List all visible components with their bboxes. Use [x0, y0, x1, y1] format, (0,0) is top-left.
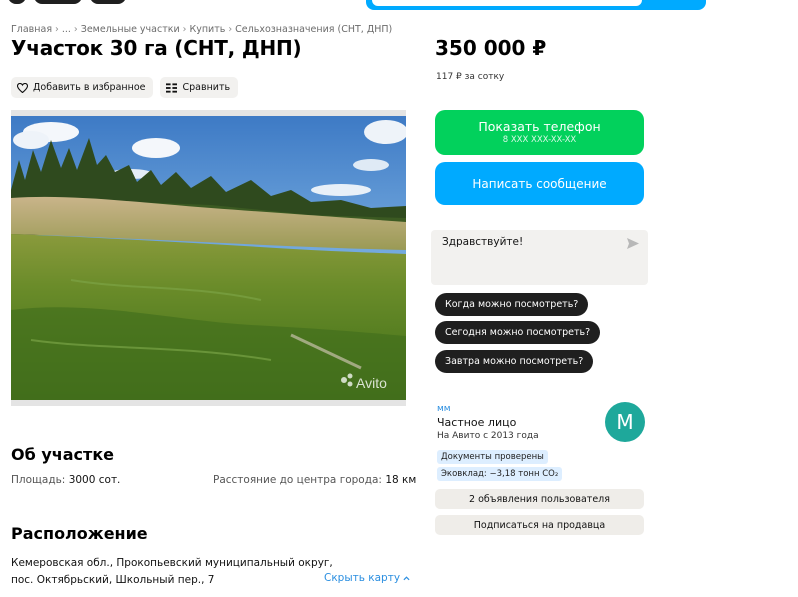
area-value: 3000 сот. — [68, 474, 121, 486]
search-bar[interactable] — [366, 0, 706, 10]
about-heading: Об участке — [11, 445, 115, 464]
seller-type: Частное лицо — [437, 416, 517, 429]
breadcrumb-item-land[interactable]: Земельные участки — [81, 24, 180, 35]
photo-frame-bottom — [11, 400, 406, 406]
chevron-right-icon: › — [73, 24, 78, 35]
price-per-sotka: 117 ₽ за сотку — [436, 72, 505, 82]
hide-map-label: Скрыть карту — [324, 572, 401, 584]
breadcrumb-item-buy[interactable]: Купить — [189, 24, 225, 35]
message-text: Здравствуйте! — [442, 236, 524, 248]
breadcrumb: Главная ›... › Земельные участки › Купить › Сел… — [11, 24, 392, 35]
quick-question-chip[interactable]: Когда можно посмотреть? — [435, 293, 589, 316]
phone-masked: 8 XXX XXX-XX-XX — [502, 135, 577, 145]
eco-contribution-badge: Эковклад: −3,18 тонн CO₂ — [437, 467, 563, 481]
breadcrumb-item-ellipsis[interactable]: ... — [62, 24, 71, 35]
breadcrumb-item-category[interactable]: Сельхозназначения (СНТ, ДНП) — [235, 24, 392, 35]
breadcrumb-item-home[interactable]: Главная — [11, 24, 52, 35]
show-phone-button[interactable]: Показать телефон 8 XXX XXX-XX-XX — [435, 110, 644, 155]
documents-verified-badge: Документы проверены — [437, 450, 548, 464]
page-title: Участок 30 га (СНТ, ДНП) — [11, 36, 302, 60]
avatar[interactable]: M — [605, 402, 645, 442]
quick-question-chip[interactable]: Завтра можно посмотреть? — [435, 350, 594, 373]
field-photo-image: Avito — [11, 110, 406, 406]
subscribe-seller-button[interactable]: Подписаться на продавца — [435, 515, 644, 535]
distance-value: 18 км — [385, 474, 417, 486]
distance-param: Расстояние до центра города: 18 км — [213, 474, 416, 486]
add-to-favorites-label: Добавить в избранное — [33, 82, 146, 93]
photo-frame-top — [11, 110, 406, 116]
write-message-button[interactable]: Написать сообщение — [435, 162, 644, 205]
seller-since: На Авито с 2013 года — [437, 431, 539, 441]
add-to-favorites-button[interactable]: Добавить в избранное — [11, 77, 154, 98]
compare-icon — [166, 82, 178, 93]
address: Кемеровская обл., Прокопьевский муниципа… — [11, 555, 333, 589]
distance-label: Расстояние до центра города: — [213, 474, 382, 486]
chevron-right-icon: › — [55, 24, 59, 35]
search-input[interactable] — [372, 0, 642, 6]
hide-map-link[interactable]: Скрыть карту — [324, 572, 410, 584]
listing-photo[interactable]: Avito — [11, 110, 406, 406]
seller-listings-button[interactable]: 2 объявления пользователя — [435, 489, 644, 509]
price: 350 000 ₽ — [435, 36, 547, 60]
write-message-label: Написать сообщение — [472, 176, 607, 191]
site-logo[interactable] — [8, 0, 128, 4]
chevron-right-icon: › — [228, 24, 233, 35]
show-phone-label: Показать телефон — [478, 119, 601, 134]
quick-question-chip[interactable]: Сегодня можно посмотреть? — [435, 321, 601, 344]
photo-watermark: Avito — [356, 375, 387, 391]
message-input[interactable]: Здравствуйте! — [431, 230, 648, 285]
location-heading: Расположение — [11, 524, 148, 543]
address-line-2: пос. Октябрьский, Школьный пер., 7 — [11, 574, 215, 586]
send-icon[interactable] — [627, 238, 639, 249]
address-line-1: Кемеровская обл., Прокопьевский муниципа… — [11, 557, 333, 569]
area-label: Площадь: — [11, 474, 66, 486]
compare-button[interactable]: Сравнить — [160, 77, 239, 98]
listing-actions: Добавить в избранное Сравнить — [11, 77, 239, 98]
compare-label: Сравнить — [182, 82, 231, 93]
area-param: Площадь: 3000 сот. — [11, 474, 120, 486]
chevron-up-icon — [403, 575, 410, 580]
heart-icon — [17, 82, 28, 93]
seller-name[interactable]: мм — [437, 404, 451, 414]
chevron-right-icon: › — [182, 24, 187, 35]
